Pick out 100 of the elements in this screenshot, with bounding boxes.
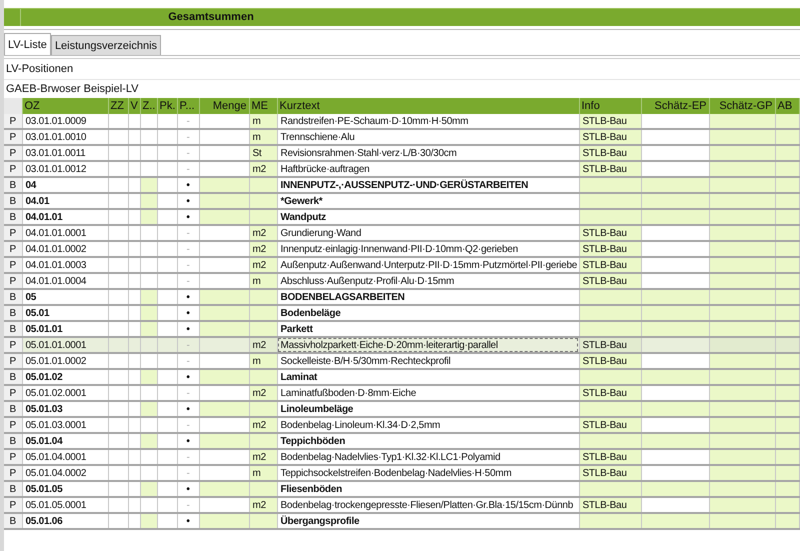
table-cell: 05.01.04.0001 — [22, 449, 108, 465]
row-type-cell: P — [4, 465, 22, 481]
column-header[interactable]: Info — [579, 98, 641, 114]
table-cell: 04 — [22, 177, 108, 193]
table-cell: 05.01.01.0002 — [22, 353, 108, 369]
table-cell: 05.01 — [22, 305, 108, 321]
table-cell: Trennschiene·Alu — [277, 129, 579, 145]
tab[interactable]: LV-Liste — [4, 33, 51, 55]
table-cell: m2 — [249, 497, 277, 513]
table-cell: - — [177, 145, 199, 161]
table-cell: - — [177, 385, 199, 401]
row-type-cell: P — [4, 257, 22, 273]
table-cell: m — [249, 129, 277, 145]
table-cell: STLB-Bau — [579, 449, 641, 465]
table-cell: 05.01.05.0001 — [22, 497, 108, 513]
table-cell: STLB-Bau — [579, 257, 641, 273]
table-cell: m2 — [249, 337, 277, 353]
row-type-cell: P — [4, 353, 22, 369]
column-header[interactable]: P... — [177, 98, 199, 114]
column-header[interactable]: Kurztext — [277, 98, 579, 114]
table-cell: - — [177, 465, 199, 481]
row-type-cell: P — [4, 145, 22, 161]
table-cell: *Gewerk* — [277, 193, 579, 209]
table-cell: 05.01.03.0001 — [22, 417, 108, 433]
table-cell: - — [177, 449, 199, 465]
column-header[interactable]: Z.. — [140, 98, 157, 114]
table-cell: Laminatfußboden·D·8mm·Eiche — [277, 385, 579, 401]
table-cell: m2 — [249, 241, 277, 257]
column-header[interactable]: ZZ — [108, 98, 128, 114]
table-cell: - — [177, 257, 199, 273]
table-cell: - — [177, 497, 199, 513]
table-cell: m — [249, 353, 277, 369]
table-cell: 05.01.01.0001 — [22, 337, 108, 353]
row-type-cell: P — [4, 273, 22, 289]
table-cell: 05.01.06 — [22, 513, 108, 529]
table-title: GAEB-Brwoser Beispiel-LV — [6, 83, 138, 95]
summary-bar-title: Gesamtsummen — [167, 10, 255, 25]
table-cell: m2 — [249, 257, 277, 273]
table-cell: 05.01.02 — [22, 369, 108, 385]
table-cell: - — [177, 417, 199, 433]
table-cell: Haftbrücke·auftragen — [277, 161, 579, 177]
table-cell: m2 — [249, 385, 277, 401]
table-cell: Abschluss·Außenputz·Profil·Alu·D·15mm — [277, 273, 579, 289]
table-cell: m2 — [249, 225, 277, 241]
tab[interactable]: Leistungsverzeichnis — [50, 35, 162, 55]
table-cell: - — [177, 353, 199, 369]
table-cell: STLB-Bau — [579, 225, 641, 241]
table-cell: 03.01.01.0011 — [22, 145, 108, 161]
column-header[interactable]: AB — [775, 98, 799, 114]
table-cell: Bodenbelag·Nadelvlies·Typ1·Kl.32·Kl.LC1·Polyamid — [277, 449, 579, 465]
row-type-cell: B — [4, 305, 22, 321]
column-header[interactable]: Schätz-GP — [709, 98, 775, 114]
table-cell: 04.01.01.0002 — [22, 241, 108, 257]
table-cell: 04.01.01.0003 — [22, 257, 108, 273]
row-type-cell: B — [4, 193, 22, 209]
table-cell: Fliesenböden — [277, 481, 579, 497]
row-type-cell: P — [4, 241, 22, 257]
table-cell: - — [177, 225, 199, 241]
table-cell: STLB-Bau — [579, 417, 641, 433]
table-cell: 04.01.01.0001 — [22, 225, 108, 241]
table-cell: - — [177, 114, 199, 129]
table-cell: 04.01.01.0004 — [22, 273, 108, 289]
row-type-cell: B — [4, 513, 22, 529]
table-cell: STLB-Bau — [579, 353, 641, 369]
table-cell: BODENBELAGSARBEITEN — [277, 289, 579, 305]
table-cell: Massivholzparkett·Eiche·D·20mm·leiterartig·parallel — [277, 337, 579, 353]
table-cell: Sockelleiste·B/H·5/30mm·Rechteckprofil — [277, 353, 579, 369]
table-cell: STLB-Bau — [579, 497, 641, 513]
table-cell: 05.01.04.0002 — [22, 465, 108, 481]
table-cell: 05.01.02.0001 — [22, 385, 108, 401]
table-cell: INNENPUTZ-,·AUSSENPUTZ-·UND·GERÜSTARBEITEN — [277, 177, 579, 193]
table-cell: 04.01.01 — [22, 209, 108, 225]
column-header[interactable]: Menge — [199, 98, 249, 114]
column-header[interactable]: OZ — [22, 98, 108, 114]
column-header[interactable]: Pk. — [157, 98, 177, 114]
table-cell: Innenputz·einlagig·Innenwand·PII·D·10mm·Q2·gerieben — [277, 241, 579, 257]
table-cell: - — [177, 241, 199, 257]
table-cell: m2 — [249, 417, 277, 433]
table-cell: Bodenbelag·trockengepresste·Fliesen/Platten·Gr.Bla·15/15cm·Dünnb — [277, 497, 579, 513]
row-type-cell: B — [4, 401, 22, 417]
row-type-cell: B — [4, 369, 22, 385]
row-type-cell: P — [4, 225, 22, 241]
table-cell: 05 — [22, 289, 108, 305]
table-cell: 03.01.01.0012 — [22, 161, 108, 177]
table-cell: STLB-Bau — [579, 114, 641, 129]
table-cell: Bodenbelag·Linoleum·Kl.34·D·2,5mm — [277, 417, 579, 433]
table-cell: St — [249, 145, 277, 161]
row-type-cell: B — [4, 289, 22, 305]
table-cell: 04.01 — [22, 193, 108, 209]
table-cell: m2 — [249, 449, 277, 465]
row-type-cell: P — [4, 449, 22, 465]
table-cell: - — [177, 273, 199, 289]
column-header[interactable]: ME — [249, 98, 277, 114]
table-cell: 05.01.03 — [22, 401, 108, 417]
column-header[interactable]: Schätz-EP — [641, 98, 709, 114]
row-type-cell: P — [4, 129, 22, 145]
table-cell: Randstreifen·PE-Schaum·D·10mm·H·50mm — [277, 114, 579, 129]
row-type-cell: P — [4, 337, 22, 353]
column-header[interactable]: V — [128, 98, 140, 114]
row-type-cell: B — [4, 177, 22, 193]
